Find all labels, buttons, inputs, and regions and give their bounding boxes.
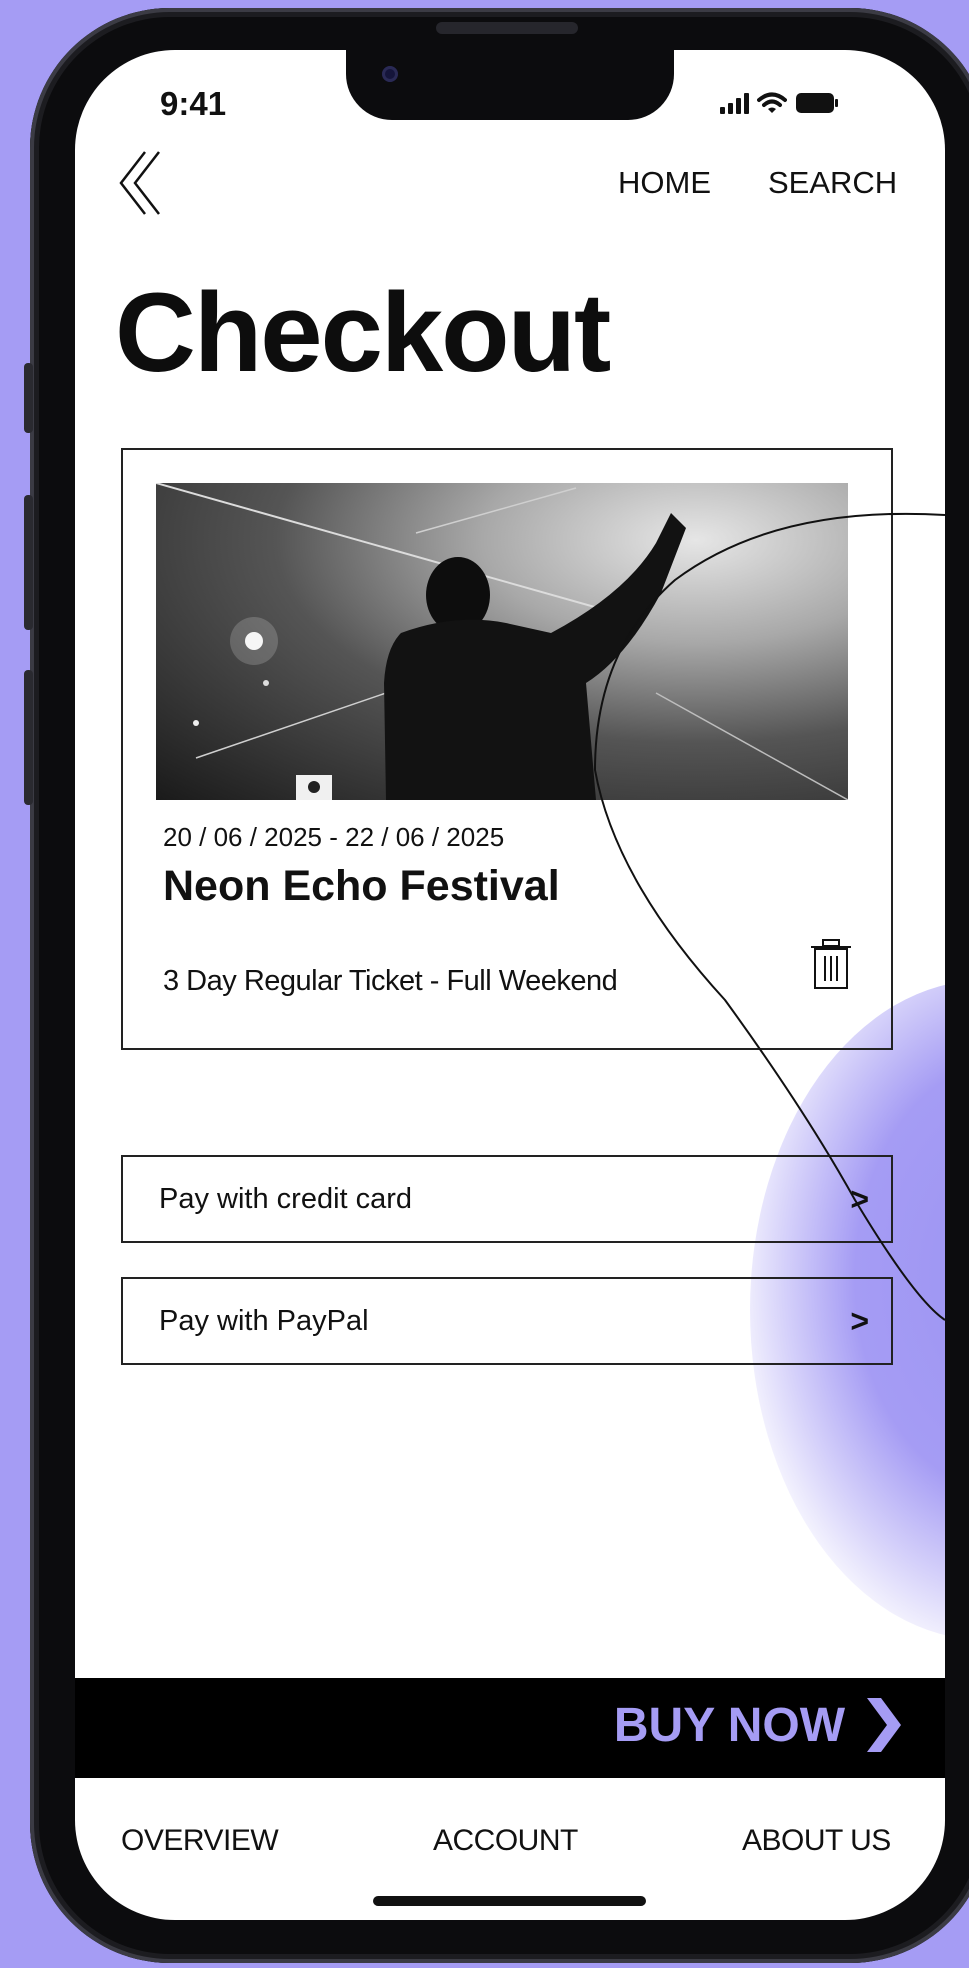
cellular-signal-icon [720,92,749,114]
app-screen: 9:41 HOME SEARCH Checkout 20 / 06 / 2025… [75,50,945,1920]
chevron-right-icon: > [850,1302,869,1339]
nav-home[interactable]: HOME [618,165,711,201]
pay-paypal-button[interactable]: Pay with PayPal > [121,1277,893,1365]
chevron-right-icon: > [850,1180,869,1217]
buy-now-bar: BUY NOW [75,1678,945,1778]
trash-icon[interactable] [809,938,853,990]
chevron-right-icon [867,1698,901,1752]
event-date-range: 20 / 06 / 2025 - 22 / 06 / 2025 [163,822,505,852]
nav-search[interactable]: SEARCH [768,165,897,201]
pay-paypal-label: Pay with PayPal [159,1304,369,1337]
notch [346,50,674,120]
pay-credit-card-button[interactable]: Pay with credit card > [121,1155,893,1243]
status-time: 9:41 [160,85,227,122]
event-name: Neon Echo Festival [163,862,560,910]
home-indicator [373,1896,646,1906]
back-chevron-icon[interactable] [115,148,165,218]
page-title: Checkout [115,270,611,395]
battery-icon [796,93,838,113]
volume-down-button [24,670,33,805]
front-camera [382,66,398,82]
bottom-nav-account[interactable]: ACCOUNT [433,1824,578,1858]
cart-item-card: 20 / 06 / 2025 - 22 / 06 / 2025 Neon Ech… [121,448,893,1050]
ticket-type: 3 Day Regular Ticket - Full Weekend [163,965,618,997]
event-photo [156,483,848,800]
bottom-nav-overview[interactable]: OVERVIEW [121,1824,279,1858]
buy-now-button[interactable]: BUY NOW [614,1694,903,1756]
volume-up-button [24,495,33,630]
earpiece-speaker [436,22,578,34]
pay-credit-card-label: Pay with credit card [159,1182,413,1215]
mute-switch [24,363,33,433]
bottom-nav-about-us[interactable]: ABOUT US [742,1824,891,1858]
buy-now-label: BUY NOW [613,1698,845,1752]
wifi-icon [757,92,787,113]
status-icons [720,88,839,118]
